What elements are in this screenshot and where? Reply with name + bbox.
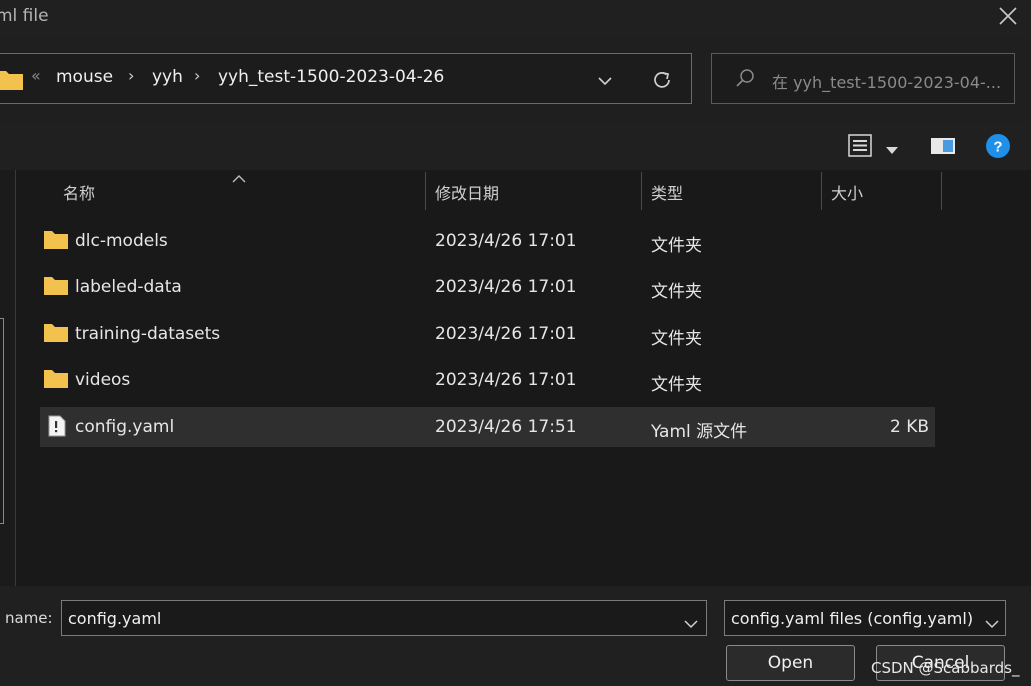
file-name: dlc-models [75, 231, 168, 251]
file-row-selected[interactable]: config.yaml 2023/4/26 17:51 Yaml 源文件 2 K… [40, 407, 935, 447]
column-divider[interactable] [941, 172, 942, 210]
sort-indicator-icon [232, 169, 246, 188]
chevron-down-icon[interactable] [597, 72, 613, 91]
folder-icon [0, 68, 23, 94]
folder-icon [44, 322, 68, 342]
column-header-name[interactable]: 名称 [63, 180, 95, 204]
column-header-type[interactable]: 类型 [651, 180, 683, 204]
column-header-modified[interactable]: 修改日期 [435, 180, 499, 204]
navigation-scrollbar[interactable] [0, 318, 4, 524]
view-dropdown-icon[interactable] [885, 141, 899, 160]
column-divider[interactable] [821, 172, 822, 210]
file-type: 文件夹 [651, 329, 702, 349]
filename-value: config.yaml [68, 609, 162, 628]
breadcrumb-yyh[interactable]: yyh [152, 67, 183, 87]
file-modified: 2023/4/26 17:01 [435, 370, 577, 390]
file-modified: 2023/4/26 17:01 [435, 324, 577, 344]
svg-text:?: ? [993, 139, 1002, 156]
help-icon[interactable]: ? [985, 133, 1011, 163]
view-options-icon[interactable] [848, 134, 876, 162]
filename-label: name: [5, 609, 53, 627]
file-name: training-datasets [75, 324, 221, 344]
file-row[interactable]: dlc-models 2023/4/26 17:01 文件夹 [40, 221, 935, 261]
file-name: videos [75, 370, 131, 390]
close-icon[interactable] [994, 2, 1022, 30]
breadcrumb-separator: › [194, 66, 201, 85]
open-button[interactable]: Open [726, 645, 855, 681]
file-row[interactable]: videos 2023/4/26 17:01 文件夹 [40, 360, 935, 400]
preview-pane-icon[interactable] [930, 136, 956, 160]
yaml-file-icon [48, 415, 72, 437]
address-bar[interactable]: « mouse › yyh › yyh_test-1500-2023-04-26 [0, 53, 692, 104]
title-bar [0, 0, 1031, 38]
search-input[interactable]: 在 yyh_test-1500-2023-04-... [711, 53, 1015, 104]
breadcrumb-mouse[interactable]: mouse [56, 67, 113, 87]
file-modified: 2023/4/26 17:01 [435, 231, 577, 251]
column-divider[interactable] [425, 172, 426, 210]
file-type: 文件夹 [651, 236, 702, 256]
file-size: 2 KB [890, 417, 930, 437]
folder-icon [44, 229, 68, 249]
toolbar [0, 122, 1031, 170]
file-name: labeled-data [75, 277, 182, 297]
file-type: 文件夹 [651, 375, 702, 395]
window-title: ml file [0, 6, 49, 26]
chevron-down-icon[interactable] [684, 614, 698, 633]
file-row[interactable]: labeled-data 2023/4/26 17:01 文件夹 [40, 267, 935, 307]
file-name: config.yaml [75, 417, 175, 437]
file-row[interactable]: training-datasets 2023/4/26 17:01 文件夹 [40, 314, 935, 354]
watermark: CSDN @Scabbards_ [871, 659, 1020, 677]
file-type: 文件夹 [651, 282, 702, 302]
chevron-down-icon[interactable] [985, 614, 999, 633]
overflow-chevrons[interactable]: « [31, 66, 41, 85]
column-divider[interactable] [641, 172, 642, 210]
breadcrumb-separator: › [128, 66, 135, 85]
file-modified: 2023/4/26 17:01 [435, 277, 577, 297]
filetype-value: config.yaml files (config.yaml) [731, 609, 974, 628]
column-header-size[interactable]: 大小 [831, 180, 863, 204]
breadcrumb-current-folder[interactable]: yyh_test-1500-2023-04-26 [218, 67, 444, 87]
filename-input[interactable]: config.yaml [61, 600, 707, 636]
filetype-select[interactable]: config.yaml files (config.yaml) [724, 600, 1006, 636]
file-type: Yaml 源文件 [651, 422, 748, 442]
file-modified: 2023/4/26 17:51 [435, 417, 577, 437]
folder-icon [44, 368, 68, 388]
folder-icon [44, 275, 68, 295]
refresh-icon[interactable] [651, 69, 673, 95]
search-placeholder: 在 yyh_test-1500-2023-04-... [772, 73, 1002, 92]
search-icon [734, 68, 756, 94]
